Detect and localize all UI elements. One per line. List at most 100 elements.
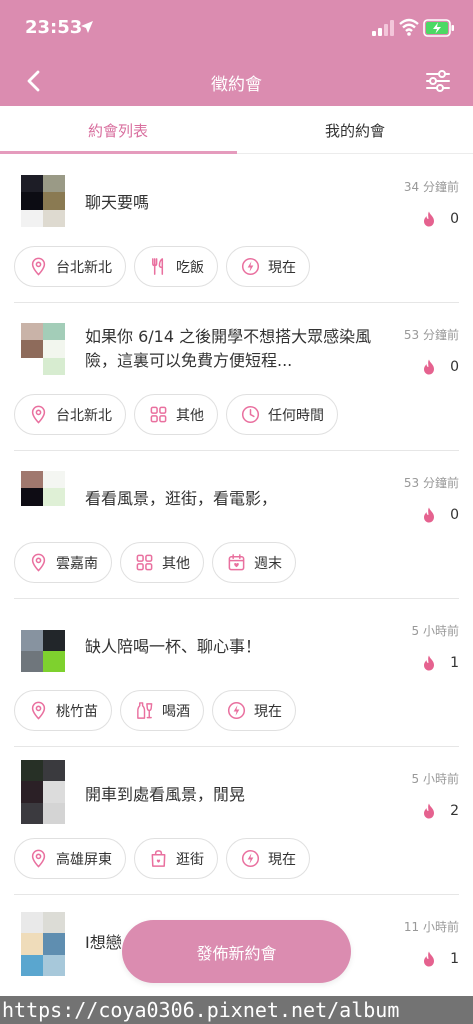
location-pin-icon bbox=[31, 257, 46, 276]
post-time: 11 小時前 bbox=[403, 920, 459, 934]
avatar bbox=[21, 760, 65, 824]
tag-activity[interactable]: 吃飯 bbox=[134, 246, 218, 287]
filter-sliders-icon[interactable] bbox=[425, 68, 451, 94]
like-count[interactable]: 2 bbox=[422, 803, 459, 819]
tag-row: 雲嘉南 其他 週末 bbox=[14, 542, 296, 583]
tab-bar: 約會列表 我的約會 bbox=[0, 106, 473, 154]
post-title: 聊天要嗎 bbox=[85, 193, 150, 212]
post-time: 34 分鐘前 bbox=[403, 180, 459, 194]
tag-activity[interactable]: 其他 bbox=[120, 542, 204, 583]
tag-time[interactable]: 現在 bbox=[226, 246, 310, 287]
like-count-value: 1 bbox=[450, 951, 459, 967]
location-pin-icon bbox=[31, 553, 46, 572]
tag-label: 任何時間 bbox=[268, 407, 324, 424]
battery-charging-icon bbox=[423, 19, 454, 37]
tag-label: 現在 bbox=[268, 259, 296, 276]
tag-activity[interactable]: 喝酒 bbox=[120, 690, 204, 731]
flame-icon bbox=[424, 211, 435, 227]
tag-label: 現在 bbox=[268, 851, 296, 868]
tag-time[interactable]: 現在 bbox=[226, 838, 310, 879]
tab-my-dates[interactable]: 我的約會 bbox=[237, 120, 473, 141]
tag-row: 高雄屏東 逛街 現在 bbox=[14, 838, 310, 879]
tag-label: 現在 bbox=[254, 703, 282, 720]
navigation-bar: 徵約會 bbox=[0, 56, 473, 106]
grid-icon bbox=[136, 554, 153, 571]
tag-location[interactable]: 桃竹苗 bbox=[14, 690, 112, 731]
tab-date-list[interactable]: 約會列表 bbox=[0, 120, 236, 141]
location-pin-icon bbox=[31, 849, 46, 868]
like-count-value: 0 bbox=[450, 507, 459, 523]
tag-label: 台北新北 bbox=[56, 259, 112, 276]
post-title: 開車到處看風景，閒晃 bbox=[85, 785, 246, 804]
date-post-card[interactable]: 如果你 6/14 之後開學不想搭大眾感染風險，這裏可以免費方便短程... 53 … bbox=[0, 303, 473, 451]
lightning-icon bbox=[227, 701, 246, 720]
shopping-bag-icon bbox=[151, 850, 166, 867]
like-count-value: 1 bbox=[450, 655, 459, 671]
flame-icon bbox=[424, 803, 435, 819]
utensils-icon bbox=[152, 258, 164, 275]
tag-time[interactable]: 任何時間 bbox=[226, 394, 338, 435]
active-tab-indicator bbox=[0, 151, 237, 154]
tag-label: 雲嘉南 bbox=[56, 555, 98, 572]
like-count[interactable]: 1 bbox=[422, 655, 459, 671]
date-post-card[interactable]: 缺人陪喝一杯、聊心事！ 5 小時前 1 桃竹苗 喝酒 現在 bbox=[0, 599, 473, 747]
tag-activity[interactable]: 逛街 bbox=[134, 838, 218, 879]
date-post-card[interactable]: 聊天要嗎 34 分鐘前 0 台北新北 吃飯 現在 bbox=[0, 155, 473, 303]
post-time: 53 分鐘前 bbox=[403, 476, 459, 490]
like-count-value: 0 bbox=[450, 211, 459, 227]
tag-row: 台北新北 吃飯 現在 bbox=[14, 246, 310, 287]
location-pin-icon bbox=[31, 405, 46, 424]
tag-location[interactable]: 台北新北 bbox=[14, 394, 126, 435]
post-new-date-button[interactable]: 發佈新約會 bbox=[122, 920, 351, 983]
like-count[interactable]: 0 bbox=[422, 359, 459, 375]
avatar bbox=[21, 912, 65, 976]
tag-row: 台北新北 其他 任何時間 bbox=[14, 394, 338, 435]
flame-icon bbox=[424, 507, 435, 523]
page-title: 徵約會 bbox=[211, 75, 262, 95]
tag-time[interactable]: 現在 bbox=[212, 690, 296, 731]
tag-location[interactable]: 台北新北 bbox=[14, 246, 126, 287]
flame-icon bbox=[424, 951, 435, 967]
cellular-signal-icon bbox=[372, 20, 394, 36]
post-time: 53 分鐘前 bbox=[403, 328, 459, 342]
like-count[interactable]: 0 bbox=[422, 507, 459, 523]
tag-location[interactable]: 高雄屏東 bbox=[14, 838, 126, 879]
like-count[interactable]: 1 bbox=[422, 951, 459, 967]
avatar bbox=[21, 471, 65, 523]
wine-icon bbox=[137, 702, 153, 719]
tag-label: 其他 bbox=[162, 555, 190, 572]
location-pin-icon bbox=[31, 701, 46, 720]
status-time: 23:53 bbox=[25, 17, 83, 38]
post-title: 如果你 6/14 之後開學不想搭大眾感染風險，這裏可以免費方便短程... bbox=[85, 327, 372, 370]
tag-location[interactable]: 雲嘉南 bbox=[14, 542, 112, 583]
like-count[interactable]: 0 bbox=[422, 211, 459, 227]
date-post-card[interactable]: 看看風景，逛街，看電影， 53 分鐘前 0 雲嘉南 其他 週末 bbox=[0, 451, 473, 599]
tag-label: 其他 bbox=[176, 407, 204, 424]
like-count-value: 2 bbox=[450, 803, 459, 819]
avatar bbox=[21, 630, 65, 672]
wifi-icon bbox=[399, 18, 419, 36]
status-bar: 23:53 bbox=[0, 0, 473, 56]
avatar bbox=[21, 323, 65, 375]
calendar-icon bbox=[228, 554, 245, 571]
post-title: 缺人陪喝一杯、聊心事！ bbox=[85, 637, 262, 656]
flame-icon bbox=[424, 655, 435, 671]
clock-icon bbox=[241, 405, 260, 424]
tag-activity[interactable]: 其他 bbox=[134, 394, 218, 435]
lightning-icon bbox=[241, 257, 260, 276]
location-arrow-icon bbox=[81, 21, 93, 33]
avatar bbox=[21, 175, 65, 227]
date-post-card[interactable]: 開車到處看風景，閒晃 5 小時前 2 高雄屏東 逛街 現在 bbox=[0, 747, 473, 895]
flame-icon bbox=[424, 359, 435, 375]
tag-row: 桃竹苗 喝酒 現在 bbox=[14, 690, 296, 731]
post-title: 看看風景，逛街，看電影， bbox=[85, 489, 278, 508]
watermark: https://coya0306.pixnet.net/album bbox=[0, 996, 473, 1024]
tag-label: 桃竹苗 bbox=[56, 703, 98, 720]
tag-label: 高雄屏東 bbox=[56, 851, 112, 868]
post-time: 5 小時前 bbox=[411, 772, 459, 786]
tag-label: 逛街 bbox=[176, 851, 204, 868]
tag-label: 喝酒 bbox=[162, 703, 190, 720]
tag-time[interactable]: 週末 bbox=[212, 542, 296, 583]
like-count-value: 0 bbox=[450, 359, 459, 375]
lightning-icon bbox=[241, 849, 260, 868]
